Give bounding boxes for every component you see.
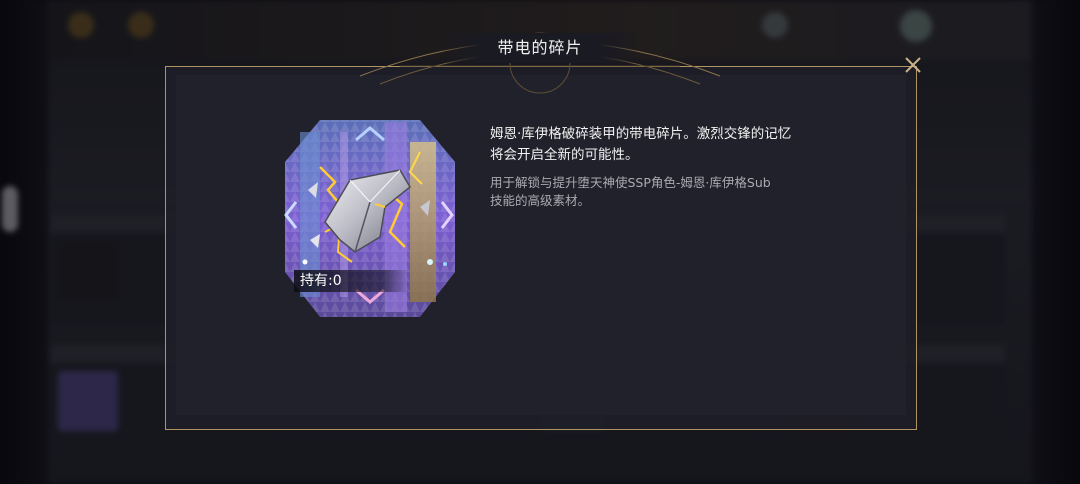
owned-count: 持有:0: [294, 270, 410, 292]
owned-count-value: 0: [332, 273, 342, 289]
item-description: 姆恩·库伊格破碎装甲的带电碎片。激烈交锋的记忆将会开启全新的可能性。: [490, 126, 792, 163]
owned-count-label: 持有:: [300, 273, 333, 289]
close-icon[interactable]: [898, 52, 928, 82]
item-detail-dialog: [165, 66, 917, 430]
item-usage-description: 用于解锁与提升堕天神使SSP角色-姆恩·库伊格Sub技能的高级素材。: [490, 175, 771, 208]
dialog-title: 带电的碎片: [497, 38, 583, 57]
